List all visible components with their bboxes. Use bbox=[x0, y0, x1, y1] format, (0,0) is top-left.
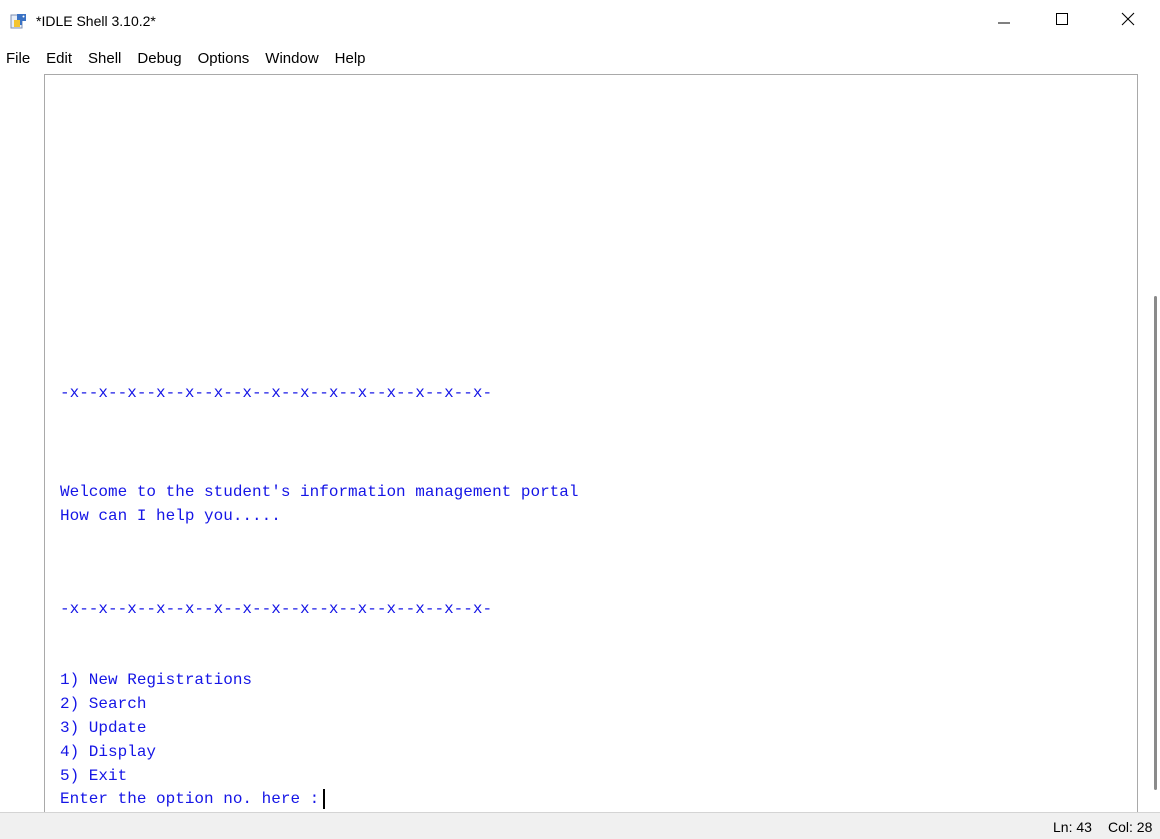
option-new-registrations: 1) New Registrations bbox=[60, 671, 253, 689]
idle-shell-window: *IDLE Shell 3.10.2* File Edit Shell Debu… bbox=[0, 0, 1160, 839]
menu-file[interactable]: File bbox=[0, 46, 38, 72]
scrollbar-thumb[interactable] bbox=[1154, 296, 1157, 790]
separator-bottom: -x--x--x--x--x--x--x--x--x--x--x--x--x--… bbox=[60, 600, 493, 618]
input-prompt: Enter the option no. here : bbox=[60, 790, 320, 808]
window-title: *IDLE Shell 3.10.2* bbox=[36, 13, 156, 29]
option-display: 4) Display bbox=[60, 743, 157, 761]
menu-window[interactable]: Window bbox=[257, 46, 326, 72]
status-bar: Ln: 43 Col: 28 bbox=[0, 812, 1160, 839]
close-button[interactable] bbox=[1100, 0, 1156, 38]
column-number-indicator: Col: 28 bbox=[1108, 819, 1153, 835]
separator-top: -x--x--x--x--x--x--x--x--x--x--x--x--x--… bbox=[60, 384, 493, 402]
menu-options[interactable]: Options bbox=[190, 46, 258, 72]
text-cursor bbox=[323, 789, 326, 809]
python-idle-icon bbox=[10, 12, 28, 30]
minimize-icon bbox=[998, 22, 1010, 24]
help-line: How can I help you..... bbox=[60, 507, 281, 525]
title-bar[interactable]: *IDLE Shell 3.10.2* bbox=[0, 0, 1160, 42]
menu-bar: File Edit Shell Debug Options Window Hel… bbox=[0, 46, 374, 72]
maximize-icon bbox=[1056, 13, 1068, 25]
option-search: 2) Search bbox=[60, 695, 147, 713]
option-exit: 5) Exit bbox=[60, 767, 128, 785]
option-update: 3) Update bbox=[60, 719, 147, 737]
menu-help[interactable]: Help bbox=[327, 46, 374, 72]
welcome-line: Welcome to the student's information man… bbox=[60, 483, 579, 501]
input-prompt-line[interactable]: Enter the option no. here : bbox=[60, 787, 326, 811]
shell-output-area[interactable]: -x--x--x--x--x--x--x--x--x--x--x--x--x--… bbox=[44, 74, 1138, 812]
menu-shell[interactable]: Shell bbox=[80, 46, 129, 72]
close-icon bbox=[1121, 12, 1135, 26]
line-number-indicator: Ln: 43 bbox=[1053, 819, 1092, 835]
menu-debug[interactable]: Debug bbox=[129, 46, 189, 72]
minimize-button[interactable] bbox=[976, 0, 1032, 38]
menu-edit[interactable]: Edit bbox=[38, 46, 80, 72]
maximize-button[interactable] bbox=[1034, 0, 1090, 38]
